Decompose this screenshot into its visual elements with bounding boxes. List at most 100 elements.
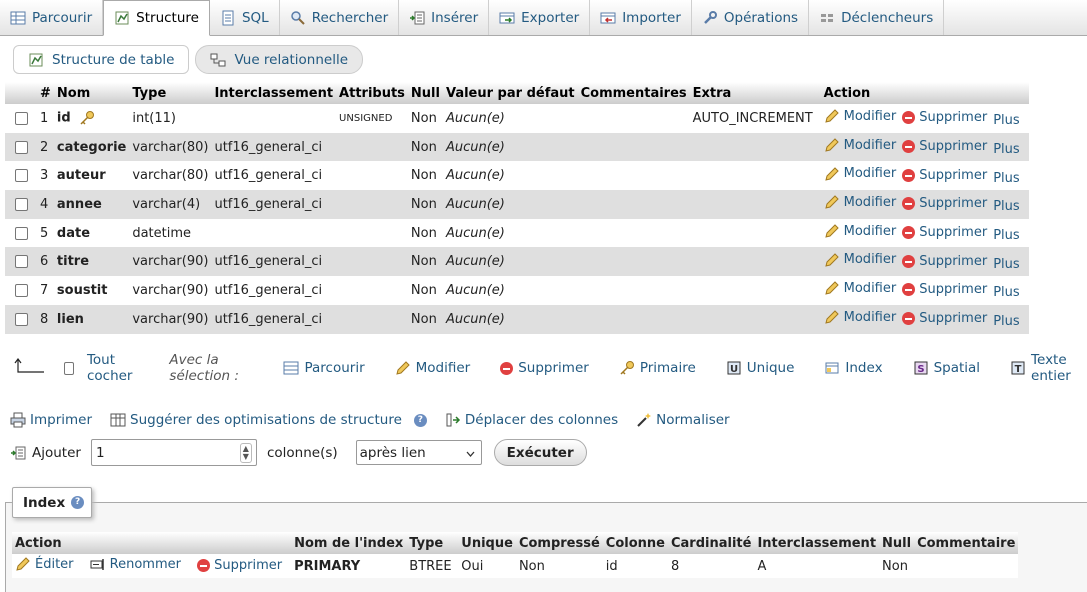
column-count-value[interactable]: 1 — [96, 445, 105, 461]
row-delete-link[interactable]: Supprimer — [902, 139, 987, 154]
row-checkbox[interactable] — [14, 312, 28, 326]
index-column-cell: id — [602, 554, 668, 578]
row-type: varchar(4) — [129, 190, 212, 219]
row-edit-link[interactable]: Modifier — [824, 309, 896, 325]
row-default: Aucun(e) — [442, 276, 578, 305]
row-edit-link[interactable]: Modifier — [824, 137, 896, 153]
bulk-unique-button[interactable]: U Unique — [726, 360, 794, 376]
row-checkbox[interactable] — [14, 255, 28, 269]
row-checkbox-cell[interactable] — [5, 132, 37, 162]
row-delete-link[interactable]: Supprimer — [902, 282, 987, 297]
execute-button[interactable]: Exécuter — [493, 439, 587, 466]
row-edit-link[interactable]: Modifier — [824, 194, 896, 210]
check-all[interactable]: Tout cocher — [64, 352, 143, 384]
tab-sql[interactable]: SQL — [210, 0, 280, 35]
check-all-checkbox[interactable] — [64, 361, 74, 375]
row-edit-link[interactable]: Modifier — [824, 252, 896, 268]
row-checkbox[interactable] — [14, 169, 28, 183]
position-select-value[interactable]: après lien — [360, 445, 426, 461]
row-delete-link[interactable]: Supprimer — [902, 196, 987, 211]
bulk-browse-label: Parcourir — [304, 360, 365, 376]
bulk-delete-button[interactable]: Supprimer — [500, 360, 589, 376]
row-checkbox[interactable] — [14, 283, 28, 297]
row-delete-link[interactable]: Supprimer — [902, 225, 987, 240]
move-columns-link[interactable]: Déplacer des colonnes — [445, 412, 618, 428]
row-more-link[interactable]: Plus — [993, 257, 1019, 272]
check-all-label[interactable]: Tout cocher — [87, 352, 143, 384]
print-link[interactable]: Imprimer — [10, 412, 92, 428]
print-label: Imprimer — [30, 412, 93, 428]
row-delete-link[interactable]: Supprimer — [902, 110, 987, 125]
tab-parcourir[interactable]: Parcourir — [0, 0, 104, 35]
bulk-fulltext-button[interactable]: T Texte entier — [1010, 352, 1087, 384]
bulk-primary-button[interactable]: Primaire — [619, 360, 696, 376]
row-delete-link[interactable]: Supprimer — [902, 311, 987, 326]
index-delete-link[interactable]: Supprimer — [197, 558, 282, 573]
row-attributes — [336, 304, 408, 334]
row-comment — [577, 104, 690, 133]
row-extra: AUTO_INCREMENT — [689, 104, 821, 133]
bulk-index-button[interactable]: Index — [824, 360, 883, 376]
row-more-link[interactable]: Plus — [993, 142, 1019, 157]
normalize-link[interactable]: Normaliser — [636, 412, 730, 428]
row-more-link[interactable]: Plus — [993, 199, 1019, 214]
row-delete-link[interactable]: Supprimer — [902, 168, 987, 183]
tab-rechercher[interactable]: Rechercher — [280, 0, 400, 35]
header-attributes: Attributs — [336, 82, 408, 104]
tab-importer[interactable]: Importer — [590, 0, 692, 35]
row-checkbox-cell[interactable] — [5, 161, 37, 191]
row-name: categorie — [53, 132, 130, 162]
row-more-link[interactable]: Plus — [993, 228, 1019, 243]
row-edit-link[interactable]: Modifier — [824, 223, 896, 239]
spinner-icon[interactable]: ▲ ▼ — [239, 442, 252, 463]
index-edit-link[interactable]: Éditer — [15, 556, 74, 572]
row-checkbox-cell[interactable] — [5, 190, 37, 219]
index-table: Action Nom de l'index Type Unique Compre… — [12, 532, 1019, 578]
row-checkbox-cell[interactable] — [5, 304, 37, 334]
arrow-up-icon — [14, 358, 46, 378]
row-more-link[interactable]: Plus — [993, 113, 1019, 128]
position-select[interactable]: après lien — [355, 440, 482, 465]
row-checkbox[interactable] — [14, 140, 28, 154]
row-extra — [689, 247, 821, 277]
tab-exporter[interactable]: Exporter — [489, 0, 591, 35]
help-icon[interactable]: ? — [413, 413, 427, 427]
bulk-browse-button[interactable]: Parcourir — [283, 360, 365, 376]
row-checkbox-cell[interactable] — [5, 276, 37, 305]
bulk-edit-button[interactable]: Modifier — [395, 360, 470, 376]
row-checkbox-cell[interactable] — [5, 104, 37, 133]
row-more-label: Plus — [993, 256, 1020, 272]
row-more-link[interactable]: Plus — [993, 171, 1019, 186]
row-checkbox[interactable] — [14, 197, 28, 211]
tab-inserer[interactable]: Insérer — [399, 0, 490, 35]
add-columns-form: Ajouter 1 ▲ ▼ colonne(s) après lien Exécu… — [10, 439, 587, 466]
column-count-input[interactable]: 1 ▲ ▼ — [90, 439, 257, 466]
subtab-structure-de-table[interactable]: Structure de table — [13, 45, 190, 74]
row-edit-link[interactable]: Modifier — [824, 280, 896, 296]
row-delete-link[interactable]: Supprimer — [902, 254, 987, 269]
primary-key-icon — [79, 110, 95, 126]
bulk-spatial-button[interactable]: S Spatial — [913, 360, 980, 376]
row-type: datetime — [129, 218, 212, 248]
tab-declencheurs[interactable]: Déclencheurs — [809, 0, 945, 35]
row-checkbox-cell[interactable] — [5, 247, 37, 277]
row-checkbox[interactable] — [14, 111, 28, 125]
header-name[interactable]: Nom — [53, 82, 130, 104]
index-header-cardinality: Cardinalité — [667, 532, 755, 554]
tab-operations[interactable]: Opérations — [692, 0, 810, 35]
insert-icon — [409, 10, 425, 26]
suggest-optimisation-link[interactable]: Suggérer des optimisations de structure … — [110, 412, 427, 428]
add-label: Ajouter — [32, 444, 81, 461]
index-rename-link[interactable]: Renommer — [90, 556, 181, 572]
row-edit-link[interactable]: Modifier — [824, 166, 896, 182]
row-checkbox-cell[interactable] — [5, 218, 37, 248]
row-more-link[interactable]: Plus — [993, 314, 1019, 329]
row-checkbox[interactable] — [14, 226, 28, 240]
row-more-link[interactable]: Plus — [993, 285, 1019, 300]
subtab-vue-relationnelle[interactable]: Vue relationnelle — [195, 45, 364, 74]
row-edit-link[interactable]: Modifier — [824, 108, 896, 124]
help-icon[interactable]: ? — [71, 496, 85, 509]
tab-structure[interactable]: Structure — [103, 0, 210, 36]
svg-text:U: U — [730, 364, 738, 375]
chevron-down-icon[interactable] — [466, 445, 475, 461]
